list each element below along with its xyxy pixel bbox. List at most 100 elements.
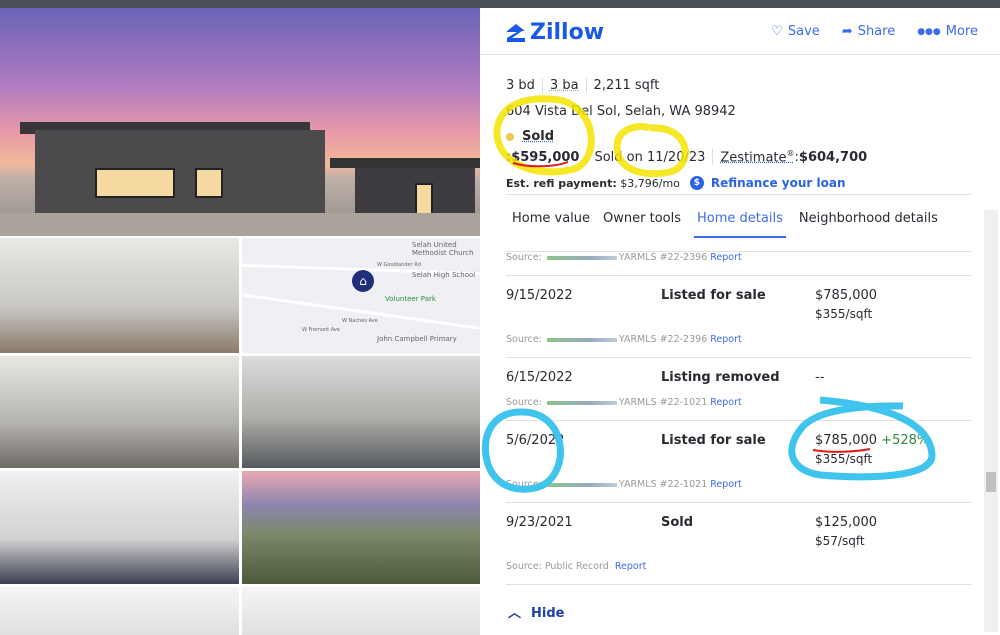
- divider: [506, 584, 972, 585]
- map-label: W Goodlander Rd: [377, 262, 421, 268]
- sold-date: Sold on 11/20/23: [594, 149, 706, 165]
- photo-kitchen-2[interactable]: [242, 587, 480, 635]
- more-icon: ●●●: [917, 26, 941, 37]
- report-link[interactable]: Report: [710, 252, 742, 263]
- share-button[interactable]: ➦ Share: [842, 24, 895, 39]
- mls-number: YARMLS #22-2396: [618, 334, 708, 345]
- event-price: $785,000: [815, 433, 878, 448]
- brand-name: Zillow: [530, 20, 605, 45]
- status-label[interactable]: Sold: [522, 129, 554, 144]
- price-line: : $595,000 Sold on 11/20/23 Zestimate®: …: [506, 149, 867, 165]
- refinance-link[interactable]: Refinance your loan: [711, 176, 846, 190]
- event-date: 6/15/2022: [506, 370, 573, 385]
- source-line: Source: YARMLS #22-1021 Report: [506, 479, 742, 490]
- source-label: Source:: [506, 479, 542, 490]
- header-divider: [480, 54, 1000, 55]
- realtors-logo-icon: [546, 255, 617, 260]
- more-label: More: [945, 24, 978, 39]
- event-type: Listing removed: [661, 370, 780, 385]
- divider: [506, 502, 972, 503]
- photo-bedroom[interactable]: [0, 471, 239, 584]
- source-label: Source: Public Record: [506, 561, 609, 572]
- zillow-logo-icon: [507, 23, 525, 42]
- source-line: Source: YARMLS #22-2396 Report: [506, 334, 742, 345]
- property-facts: 3 bd 3 ba 2,211 sqft: [506, 78, 666, 93]
- event-type: Sold: [661, 515, 694, 530]
- event-date: 9/23/2021: [506, 515, 573, 530]
- listing-panel: Zillow ♡ Save ➦ Share ●●● More 3 bd 3 ba 2,…: [480, 8, 1000, 635]
- event-date: 9/15/2022: [506, 288, 573, 303]
- tabs-divider: [506, 194, 972, 195]
- price-per-sqft: $355/sqft: [815, 452, 873, 466]
- zillow-logo[interactable]: Zillow: [506, 20, 604, 45]
- source-line: Source: YARMLS #22-1021 Report: [506, 397, 742, 408]
- beds: 3 bd: [506, 78, 535, 93]
- hide-label: Hide: [531, 606, 565, 621]
- report-link[interactable]: Report: [710, 397, 742, 408]
- scrollbar-thumb[interactable]: [986, 472, 996, 492]
- mls-number: YARMLS #22-1021: [618, 397, 708, 408]
- photo-view[interactable]: [242, 471, 480, 584]
- photo-gallery: ⌂ Selah United Methodist Church Selah Hi…: [0, 8, 480, 635]
- report-link[interactable]: Report: [615, 561, 647, 572]
- chevron-up-icon: ︿: [508, 606, 522, 621]
- refi-label: Est. refi payment:: [506, 176, 617, 190]
- tab-owner-tools[interactable]: Owner tools: [603, 211, 681, 238]
- tab-bar: Home value Owner tools Home details Neig…: [512, 211, 938, 238]
- share-label: Share: [857, 24, 896, 39]
- garage-roof: [330, 158, 480, 168]
- map-thumbnail[interactable]: ⌂ Selah United Methodist Church Selah Hi…: [242, 238, 480, 353]
- more-button[interactable]: ●●● More: [917, 24, 978, 39]
- photo-dining[interactable]: [0, 356, 239, 468]
- source-line: Source: YARMLS #22-2396 Report: [506, 252, 742, 263]
- refi-value: $3,796/mo: [620, 176, 680, 190]
- map-road: [242, 293, 480, 330]
- tab-home-value[interactable]: Home value: [512, 211, 590, 238]
- house-body: [35, 130, 325, 215]
- status-dot-icon: [506, 132, 514, 141]
- status: Sold: [506, 129, 554, 144]
- source-label: Source:: [506, 334, 542, 345]
- separator: [712, 149, 714, 166]
- zestimate-link[interactable]: Zestimate®: [720, 149, 794, 165]
- mls-number: YARMLS #22-2396: [618, 252, 708, 263]
- mls-number: YARMLS #22-1021: [618, 479, 708, 490]
- share-icon: ➦: [841, 24, 853, 39]
- save-button[interactable]: ♡ Save: [771, 24, 820, 39]
- registered-mark: ®: [786, 149, 795, 158]
- event-type: Listed for sale: [661, 288, 766, 303]
- price-change: +528%: [881, 433, 930, 448]
- map-label: Volunteer Park: [385, 295, 436, 303]
- hide-button[interactable]: ︿ Hide: [508, 602, 564, 621]
- photo-hallway[interactable]: [0, 587, 239, 635]
- save-label: Save: [787, 24, 820, 39]
- main-photo[interactable]: [0, 8, 480, 236]
- refi-line: Est. refi payment: $3,796/mo $ Refinance…: [506, 176, 845, 190]
- report-link[interactable]: Report: [710, 479, 742, 490]
- photo-living-room[interactable]: [242, 356, 480, 468]
- price-per-sqft: $355/sqft: [815, 307, 873, 321]
- realtors-logo-icon: [546, 400, 617, 405]
- home-pin-icon[interactable]: ⌂: [352, 270, 374, 292]
- scrollbar[interactable]: [984, 210, 998, 632]
- baths[interactable]: 3 ba: [541, 78, 586, 93]
- photo-kitchen[interactable]: [0, 238, 239, 353]
- source-line: Source: Public Record Report: [506, 561, 646, 572]
- dollar-icon: $: [689, 176, 704, 190]
- window: [415, 183, 433, 215]
- tab-neighborhood-details[interactable]: Neighborhood details: [799, 211, 938, 238]
- event-price-group: $785,000 +528%: [815, 433, 929, 448]
- event-price: --: [815, 370, 825, 385]
- tab-home-details[interactable]: Home details: [694, 211, 786, 238]
- separator: [586, 149, 588, 166]
- heart-icon: ♡: [771, 24, 783, 39]
- driveway: [0, 213, 480, 236]
- browser-top-bar: [0, 0, 1000, 8]
- report-link[interactable]: Report: [710, 334, 742, 345]
- realtors-logo-icon: [546, 337, 617, 342]
- source-label: Source:: [506, 397, 542, 408]
- map-label: Selah United Methodist Church: [412, 241, 474, 257]
- divider: [506, 275, 972, 276]
- map-label: W Naches Ave: [342, 318, 378, 324]
- map-label: Selah High School: [412, 271, 476, 279]
